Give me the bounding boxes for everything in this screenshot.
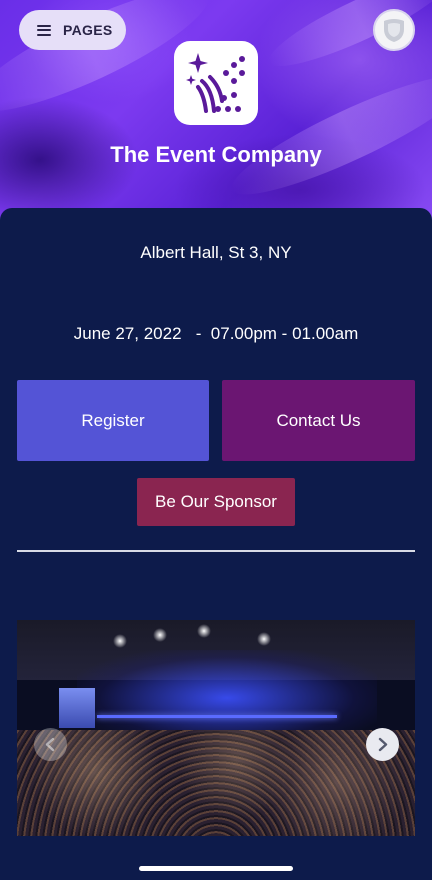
- user-avatar-icon: [384, 19, 404, 42]
- pages-menu-button[interactable]: PAGES: [19, 10, 126, 50]
- register-button[interactable]: Register: [17, 380, 209, 461]
- company-logo: [174, 41, 258, 125]
- gallery-next-button[interactable]: [366, 728, 399, 761]
- event-datetime: June 27, 2022 - 07.00pm - 01.00am: [73, 324, 359, 343]
- gallery-photo-light: [97, 715, 337, 718]
- menu-icon: [37, 24, 51, 36]
- fireworks-icon: [186, 53, 245, 113]
- divider: [17, 550, 415, 552]
- gallery-photo-stage: [77, 650, 377, 730]
- avatar[interactable]: [373, 9, 415, 51]
- gallery-prev-button[interactable]: [34, 728, 67, 761]
- be-our-sponsor-button[interactable]: Be Our Sponsor: [137, 478, 295, 526]
- home-indicator[interactable]: [139, 866, 293, 871]
- pages-label: PAGES: [63, 22, 113, 38]
- chevron-left-icon: [45, 737, 55, 752]
- event-address: Albert Hall, St 3, NY: [140, 243, 292, 262]
- company-title: The Event Company: [110, 142, 322, 167]
- gallery-photo-audience: [17, 730, 415, 836]
- gallery-photo-screen: [59, 688, 95, 728]
- chevron-right-icon: [378, 737, 388, 752]
- contact-us-button[interactable]: Contact Us: [222, 380, 415, 461]
- event-photo-gallery[interactable]: [17, 620, 415, 836]
